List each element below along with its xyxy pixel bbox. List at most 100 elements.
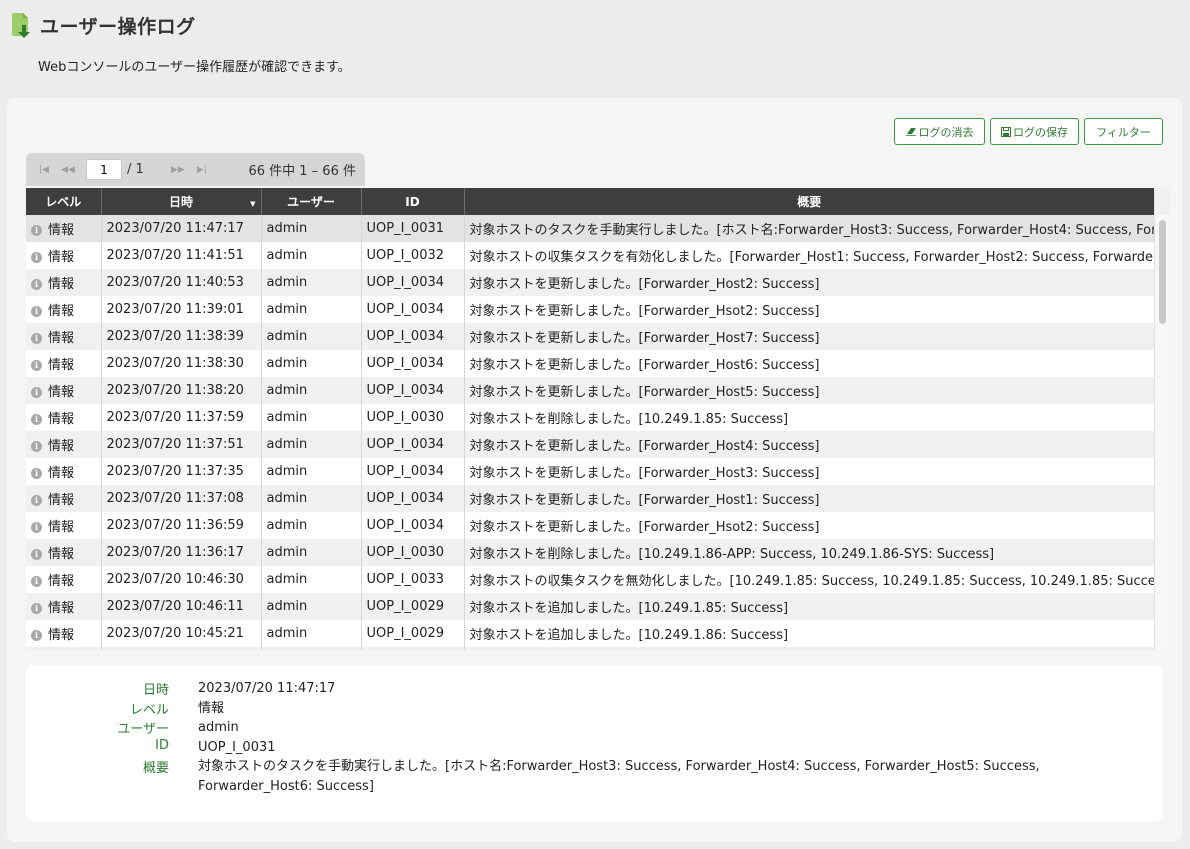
scrollbar-thumb[interactable]	[1159, 220, 1166, 324]
cell-id-text: UOP_I_0030	[366, 410, 445, 425]
table-row[interactable]: i 情報 2023/07/20 11:39:01 admin UOP_I_0034 対象ホ…	[26, 296, 1154, 323]
pagination-bar: |◀ ◀◀ / 1 ▶▶ ▶| 66 件中 1 – 66 件	[26, 153, 365, 186]
cell-user: admin	[261, 404, 362, 431]
table-row[interactable]: i 情報 2023/07/20 10:46:11 admin UOP_I_0029 対象ホ…	[26, 593, 1154, 620]
cell-datetime: 2023/07/20 10:46:30	[101, 566, 262, 593]
column-header-user[interactable]: ユーザー	[261, 188, 362, 215]
table-row[interactable]: i 情報 2023/07/20 11:38:39 admin UOP_I_0034 対象ホ…	[26, 323, 1154, 350]
cell-id: UOP_I_0034	[361, 296, 465, 323]
cell-level: i 情報	[26, 620, 102, 647]
detail-row-datetime: 日時 2023/07/20 11:47:17	[26, 679, 1048, 699]
cell-user-text: admin	[266, 545, 308, 560]
cell-summary-text: 対象ホストを更新しました。[Forwarder_Host2: Success]	[469, 277, 820, 292]
cell-summary: 対象ホストを更新しました。[Forwarder_Host2: Success]	[464, 269, 1154, 296]
cell-user-text: admin	[266, 329, 308, 344]
eraser-icon	[905, 128, 916, 136]
column-header-summary[interactable]: 概要	[464, 188, 1154, 215]
table-row[interactable]	[26, 647, 1154, 650]
cell-datetime-text: 2023/07/20 11:47:17	[106, 221, 244, 236]
table-scrollbar[interactable]	[1154, 188, 1170, 650]
table-row[interactable]: i 情報 2023/07/20 10:46:30 admin UOP_I_0033 対象ホ…	[26, 566, 1154, 593]
cell-id-text: UOP_I_0034	[366, 329, 445, 344]
cell-datetime-text: 2023/07/20 11:38:30	[106, 356, 244, 371]
save-log-button[interactable]: ログの保存	[990, 118, 1079, 145]
cell-level: i 情報	[26, 350, 102, 377]
cell-user-text: admin	[266, 464, 308, 479]
cell-datetime: 2023/07/20 11:47:17	[101, 215, 262, 242]
cell-user: admin	[261, 296, 362, 323]
cell-summary: 対象ホストを削除しました。[10.249.1.85: Success]	[464, 404, 1154, 431]
cell-level-text: 情報	[48, 250, 75, 265]
cell-level-text: 情報	[48, 601, 75, 616]
cell-id	[361, 647, 465, 650]
table-row[interactable]: i 情報 2023/07/20 11:37:59 admin UOP_I_0030 対象ホ…	[26, 404, 1154, 431]
cell-level-text: 情報	[48, 385, 75, 400]
cell-id: UOP_I_0034	[361, 269, 465, 296]
cell-user: admin	[261, 566, 362, 593]
cell-user-text: admin	[266, 356, 308, 371]
cell-datetime: 2023/07/20 11:37:51	[101, 431, 262, 458]
page-number-input[interactable]	[86, 159, 122, 180]
table-row[interactable]: i 情報 2023/07/20 11:40:53 admin UOP_I_0034 対象ホ…	[26, 269, 1154, 296]
cell-datetime-text: 2023/07/20 11:38:20	[106, 383, 244, 398]
next-page-icon[interactable]: ▶▶	[166, 165, 190, 175]
column-header-datetime-label: 日時	[168, 195, 193, 209]
first-page-icon[interactable]: |◀	[32, 165, 56, 175]
cell-summary-text: 対象ホストのタスクを手動実行しました。[ホスト名:Forwarder_Host3…	[469, 223, 1155, 238]
cell-level: i 情報	[26, 296, 102, 323]
cell-id: UOP_I_0030	[361, 404, 465, 431]
info-icon: i	[31, 333, 42, 344]
cell-level: i 情報	[26, 269, 102, 296]
info-icon: i	[31, 495, 42, 506]
detail-label-id: ID	[155, 738, 169, 753]
column-header-datetime[interactable]: 日時 ▼	[101, 188, 262, 215]
cell-datetime-text: 2023/07/20 11:36:59	[106, 518, 244, 533]
cell-datetime-text: 2023/07/20 10:46:30	[106, 572, 244, 587]
column-header-id[interactable]: ID	[361, 188, 465, 215]
table-row[interactable]: i 情報 2023/07/20 10:45:21 admin UOP_I_0029 対象ホ…	[26, 620, 1154, 647]
log-app-icon	[10, 12, 34, 38]
detail-label-user: ユーザー	[117, 722, 169, 737]
cell-level: i 情報	[26, 539, 102, 566]
table-row[interactable]: i 情報 2023/07/20 11:37:08 admin UOP_I_0034 対象ホ…	[26, 485, 1154, 512]
cell-level: i 情報	[26, 485, 102, 512]
info-icon: i	[31, 468, 42, 479]
cell-level-text: 情報	[48, 358, 75, 373]
info-icon: i	[31, 306, 42, 317]
table-row[interactable]: i 情報 2023/07/20 11:37:51 admin UOP_I_0034 対象ホ…	[26, 431, 1154, 458]
table-row[interactable]: i 情報 2023/07/20 11:38:30 admin UOP_I_0034 対象ホ…	[26, 350, 1154, 377]
detail-summary-line-1: 対象ホストのタスクを手動実行しました。[ホスト名:Forwarder_Host3…	[198, 759, 1040, 774]
detail-value-level: 情報	[198, 701, 225, 716]
cell-summary	[464, 647, 1154, 650]
cell-level: i 情報	[26, 593, 102, 620]
cell-level-text: 情報	[48, 574, 75, 589]
table-row[interactable]: i 情報 2023/07/20 11:36:17 admin UOP_I_0030 対象ホ…	[26, 539, 1154, 566]
cell-datetime-text: 2023/07/20 11:37:08	[106, 491, 244, 506]
detail-row-id: ID UOP_I_0031	[26, 738, 1048, 758]
cell-summary: 対象ホストを更新しました。[Forwarder_Host5: Success]	[464, 377, 1154, 404]
cell-summary-text: 対象ホストを削除しました。[10.249.1.85: Success]	[469, 412, 789, 427]
cell-summary-text: 対象ホストを更新しました。[Forwarder_Host5: Success]	[469, 385, 820, 400]
cell-datetime	[101, 647, 262, 650]
table-row[interactable]: i 情報 2023/07/20 11:47:17 admin UOP_I_0031 対象ホ…	[26, 215, 1154, 242]
table-row[interactable]: i 情報 2023/07/20 11:38:20 admin UOP_I_0034 対象ホ…	[26, 377, 1154, 404]
info-icon: i	[31, 414, 42, 425]
cell-summary: 対象ホストを更新しました。[Forwarder_Host6: Success]	[464, 350, 1154, 377]
cell-summary: 対象ホストを更新しました。[Forwarder_Host4: Success]	[464, 431, 1154, 458]
filter-button[interactable]: フィルター	[1084, 118, 1163, 145]
clear-log-button[interactable]: ログの消去	[894, 118, 985, 145]
cell-user	[261, 647, 362, 650]
table-row[interactable]: i 情報 2023/07/20 11:37:35 admin UOP_I_0034 対象ホ…	[26, 458, 1154, 485]
cell-id-text: UOP_I_0034	[366, 356, 445, 371]
prev-page-icon[interactable]: ◀◀	[56, 165, 80, 175]
cell-level-text: 情報	[48, 520, 75, 535]
cell-datetime: 2023/07/20 11:37:59	[101, 404, 262, 431]
page-header: ユーザー操作ログ	[10, 11, 196, 39]
table-row[interactable]: i 情報 2023/07/20 11:41:51 admin UOP_I_0032 対象ホ…	[26, 242, 1154, 269]
column-header-level[interactable]: レベル	[26, 188, 102, 215]
table-row[interactable]: i 情報 2023/07/20 11:36:59 admin UOP_I_0034 対象ホ…	[26, 512, 1154, 539]
detail-label-datetime: 日時	[142, 683, 169, 698]
last-page-icon[interactable]: ▶|	[190, 165, 214, 175]
detail-summary-line-2: Forwarder_Host6: Success]	[198, 778, 374, 794]
cell-datetime-text: 2023/07/20 11:41:51	[106, 248, 244, 263]
